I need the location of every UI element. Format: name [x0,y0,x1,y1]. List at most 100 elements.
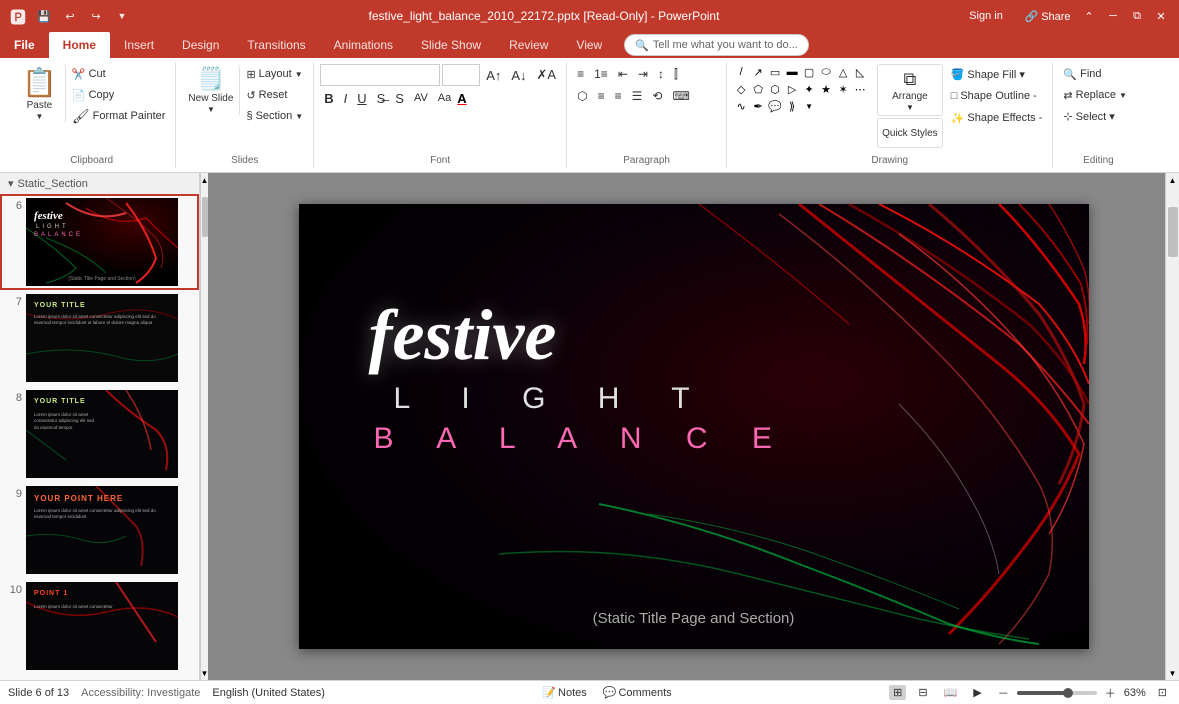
shape-callout[interactable]: 💬 [767,98,783,114]
find-button[interactable]: 🔍 Find [1059,64,1131,84]
zoom-slider[interactable] [1017,691,1097,695]
shape-star6[interactable]: ✶ [835,81,851,97]
panel-scroll-up[interactable]: ▲ [201,173,208,187]
font-color-button[interactable]: A [457,91,466,106]
zoom-in-button[interactable]: ＋ [1101,684,1120,702]
tab-animations[interactable]: Animations [320,32,407,58]
underline-button[interactable]: U [353,88,370,108]
fit-to-window-button[interactable]: ⊡ [1154,685,1171,700]
ribbon-collapse-button[interactable]: ⌃ [1079,7,1099,25]
shape-curve[interactable]: ∿ [733,98,749,114]
shape-pentagon[interactable]: ⬠ [750,81,766,97]
slide-item-8[interactable]: 8 YOUR TITLE Lorem ipsum dolor sit amet … [0,386,199,482]
canvas-scroll-down[interactable]: ▼ [1166,666,1179,680]
zoom-handle[interactable] [1063,688,1073,698]
tab-file[interactable]: File [0,32,49,58]
tab-transitions[interactable]: Transitions [233,32,319,58]
shape-arrow[interactable]: ↗ [750,64,766,80]
tab-home[interactable]: Home [49,32,110,58]
align-left-button[interactable]: ⬡ [573,86,591,106]
clear-format-button[interactable]: ✗A [533,65,561,85]
tab-review[interactable]: Review [495,32,562,58]
save-qat-button[interactable]: 💾 [34,7,54,25]
shape-fill-button[interactable]: 🪣 Shape Fill ▾ [947,64,1047,84]
section-button[interactable]: § Section ▼ [242,106,307,126]
shape-effects-button[interactable]: ✨ Shape Effects - [947,108,1047,128]
text-direction-button[interactable]: ⟲ [648,86,666,106]
notes-button[interactable]: 📝 Notes [538,685,590,700]
close-button[interactable]: ✕ [1151,7,1171,25]
panel-scroll-track[interactable] [201,187,208,666]
shape-outline-button[interactable]: □ Shape Outline - [947,86,1047,106]
line-spacing-button[interactable]: ↕ [654,64,668,84]
section-header[interactable]: ▾ Static_Section [0,173,199,194]
shape-hexagon[interactable]: ⬡ [767,81,783,97]
panel-scroll-down[interactable]: ▼ [201,666,208,680]
slide-item-9[interactable]: 9 YOUR POINT HERE Lorem ipsum dolor sit … [0,482,199,578]
shape-oval[interactable]: ⬭ [818,64,834,80]
undo-qat-button[interactable]: ↩ [60,7,80,25]
shape-triangle[interactable]: △ [835,64,851,80]
decrease-font-button[interactable]: A↓ [507,65,530,85]
layout-button[interactable]: ⊞ Layout ▼ [242,64,307,84]
select-button[interactable]: ⊹ Select ▾ [1059,106,1131,126]
char-spacing-button[interactable]: AV [410,88,432,108]
format-painter-button[interactable]: 🖌 Format Painter [68,106,170,126]
customize-qat-button[interactable]: ▼ [112,7,132,25]
align-center-button[interactable]: ≡ [594,86,609,106]
slide-item-6[interactable]: 6 [0,194,199,290]
canvas-scrollbar-v[interactable]: ▲ ▼ [1165,173,1179,680]
paste-dropdown[interactable]: ▼ [35,112,43,121]
normal-view-button[interactable]: ⊞ [889,685,906,700]
italic-button[interactable]: I [340,88,352,108]
paste-button[interactable]: 📋 Paste ▼ [14,64,66,123]
tab-design[interactable]: Design [168,32,233,58]
zoom-out-button[interactable]: － [994,684,1013,702]
canvas-scroll-up[interactable]: ▲ [1166,173,1179,187]
shape-heptagon[interactable]: ▷ [784,81,800,97]
slide-item-7[interactable]: 7 YOUR TITLE Lorem ipsum dolor sit amet … [0,290,199,386]
share-button[interactable]: 🔗 Share [1020,7,1075,25]
canvas-scroll-thumb[interactable] [1168,207,1178,257]
replace-button[interactable]: ⇄ Replace ▼ [1059,85,1131,105]
restore-button[interactable]: ⧉ [1127,7,1147,25]
minimize-button[interactable]: ─ [1103,7,1123,25]
tab-slideshow[interactable]: Slide Show [407,32,495,58]
increase-font-button[interactable]: A↑ [482,65,505,85]
shape-round-rect[interactable]: ▢ [801,64,817,80]
new-slide-button[interactable]: 🗒️ New Slide ▼ [182,64,240,116]
slide-item-10[interactable]: 10 POINT 1 Lorem ipsum dolor sit amet co… [0,578,199,674]
justify-button[interactable]: ☰ [628,86,647,106]
shape-chevron[interactable]: ⟫ [784,98,800,114]
shape-rect2[interactable]: ▬ [784,64,800,80]
cut-button[interactable]: ✂️ Cut [68,64,170,84]
quick-styles-button[interactable]: Quick Styles [877,118,943,148]
slide-sorter-button[interactable]: ⊟ [914,685,931,700]
shape-diamond[interactable]: ◇ [733,81,749,97]
tab-insert[interactable]: Insert [110,32,168,58]
reset-button[interactable]: ↺ Reset [242,85,307,105]
shape-line[interactable]: / [733,64,749,80]
indent-increase-button[interactable]: ⇥ [634,64,652,84]
font-size-input[interactable] [442,64,480,86]
redo-qat-button[interactable]: ↪ [86,7,106,25]
tell-me-input[interactable]: 🔍 Tell me what you want to do... [624,34,809,56]
strikethrough-button[interactable]: S̶ [373,88,390,108]
arrange-button[interactable]: ⧉ Arrange ▼ [877,64,943,116]
shape-star5[interactable]: ★ [818,81,834,97]
bold-button[interactable]: B [320,88,337,108]
signin-button[interactable]: Sign in [956,7,1016,25]
slide-canvas[interactable]: festive L I G H T B A L A N C E (Static … [299,204,1089,649]
numbering-button[interactable]: 1≡ [590,64,612,84]
shape-star4[interactable]: ✦ [801,81,817,97]
columns-button[interactable]: ⫿ [670,64,682,84]
smart-art-button[interactable]: ⌨ [668,86,693,106]
comments-button[interactable]: 💬 Comments [599,685,676,700]
align-right-button[interactable]: ≡ [611,86,626,106]
font-name-input[interactable] [320,64,440,86]
shape-rect[interactable]: ▭ [767,64,783,80]
canvas-scroll-track[interactable] [1166,187,1179,666]
slide-panel-scrollbar[interactable]: ▲ ▼ [200,173,208,680]
indent-decrease-button[interactable]: ⇤ [614,64,632,84]
tab-view[interactable]: View [562,32,616,58]
